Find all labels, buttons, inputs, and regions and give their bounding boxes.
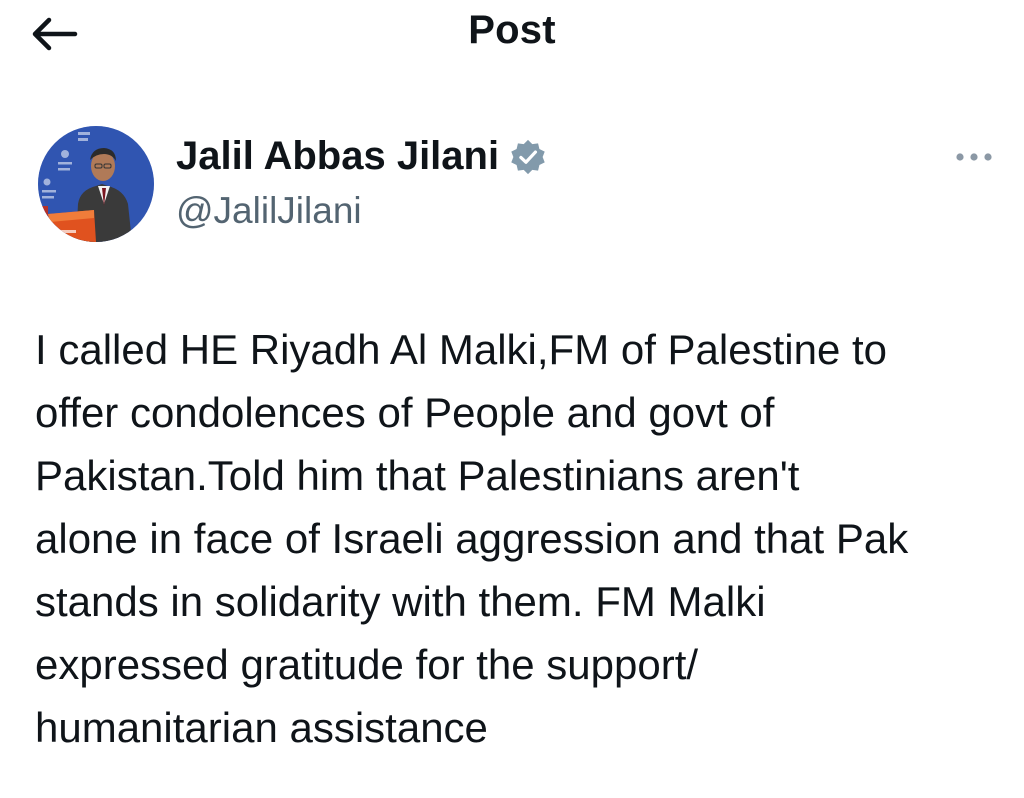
top-bar: Post — [0, 0, 1024, 70]
verified-badge-icon — [511, 139, 545, 174]
more-options-button[interactable] — [950, 142, 998, 172]
author-handle[interactable]: @JalilJilani — [176, 190, 362, 232]
author-display-name[interactable]: Jalil Abbas Jilani — [176, 134, 499, 179]
avatar-image — [38, 126, 154, 242]
avatar[interactable] — [38, 126, 154, 242]
author-name-line: Jalil Abbas Jilani — [176, 134, 547, 179]
page-title: Post — [468, 8, 556, 52]
tweet-text: I called HE Riyadh Al Malki,FM of Palest… — [35, 326, 909, 751]
more-horizontal-icon — [956, 153, 992, 161]
tweet-author: Jalil Abbas Jilani @JalilJilani — [38, 126, 998, 250]
